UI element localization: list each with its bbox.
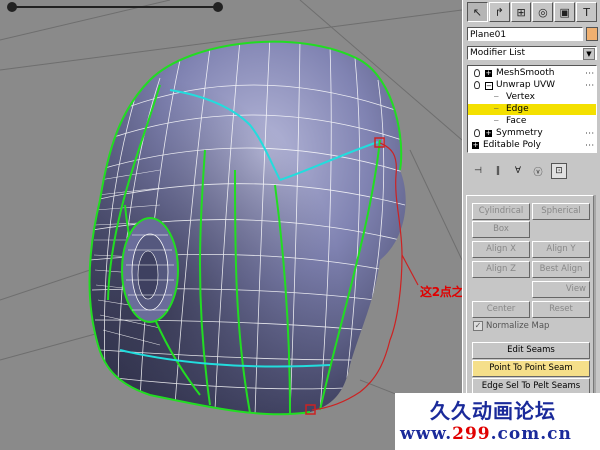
- tab-modify[interactable]: ↱: [488, 2, 510, 22]
- make-unique-icon[interactable]: ∀: [511, 164, 525, 178]
- ear-mesh: [121, 217, 179, 323]
- pointer-icon: ↖: [472, 5, 483, 19]
- watermark-url-prefix: www.: [400, 424, 453, 444]
- dots-icon: · · ·: [585, 141, 594, 150]
- display-icon: ▣: [559, 5, 570, 19]
- viewport-perspective[interactable]: 这2点之间有一条开模线: [0, 0, 462, 450]
- tab-hierarchy[interactable]: ⊞: [510, 2, 532, 22]
- center-button[interactable]: Center: [472, 301, 530, 318]
- cylindrical-button[interactable]: Cylindrical: [472, 203, 530, 220]
- stack-subitem-edge[interactable]: ⎯ Edge: [468, 104, 596, 115]
- tree-line-icon: ⎯: [494, 92, 499, 102]
- remove-modifier-icon[interactable]: ⓥ: [531, 164, 545, 178]
- stack-subitem-vertex[interactable]: ⎯ Vertex: [468, 92, 596, 103]
- checkmark-icon: ✓: [473, 321, 483, 331]
- stack-item-label: Vertex: [506, 92, 535, 102]
- watermark-url: www.299.com.cn: [400, 424, 572, 444]
- stack-item-symmetry[interactable]: + Symmetry · · ·: [468, 128, 596, 139]
- utilities-icon: T: [583, 5, 590, 19]
- stack-item-label: Symmetry: [496, 128, 543, 138]
- stack-subitem-face[interactable]: ⎯ Face: [468, 116, 596, 127]
- view-align-button[interactable]: View: [532, 281, 590, 298]
- expand-icon[interactable]: +: [472, 142, 479, 149]
- annotation-text: 这2点之间有一条开模线: [420, 285, 462, 299]
- expand-icon[interactable]: +: [485, 130, 492, 137]
- stack-item-label: Editable Poly: [483, 140, 541, 150]
- stack-item-label: Edge: [506, 104, 529, 114]
- stack-item-meshsmooth[interactable]: + MeshSmooth · · ·: [468, 68, 596, 79]
- tab-create[interactable]: ↖: [467, 2, 488, 22]
- expand-icon[interactable]: +: [485, 70, 492, 77]
- align-z-button[interactable]: Align Z: [472, 261, 530, 278]
- pin-stack-icon[interactable]: ⊣: [471, 164, 485, 178]
- tab-display[interactable]: ▣: [554, 2, 576, 22]
- motion-icon: ◎: [538, 5, 548, 19]
- tree-line-icon: ⎯: [494, 104, 499, 114]
- stack-item-unwrap-uvw[interactable]: − Unwrap UVW · · ·: [468, 80, 596, 91]
- dots-icon: · · ·: [585, 129, 594, 138]
- time-slider[interactable]: [0, 0, 230, 14]
- watermark-url-suffix: .com.cn: [490, 424, 572, 444]
- modifier-list-label: Modifier List: [470, 48, 525, 58]
- point-to-point-seam-button[interactable]: Point To Point Seam: [472, 360, 590, 377]
- command-panel-tabs: ↖ ↱ ⊞ ◎ ▣ T: [467, 2, 597, 24]
- normalize-map-checkbox[interactable]: ✓ Normalize Map: [473, 321, 549, 331]
- stack-item-label: Unwrap UVW: [496, 80, 556, 90]
- align-x-button[interactable]: Align X: [472, 241, 530, 258]
- lightbulb-icon[interactable]: [474, 81, 480, 89]
- chevron-down-icon: ▼: [583, 48, 595, 60]
- lightbulb-icon[interactable]: [474, 69, 480, 77]
- normalize-map-label: Normalize Map: [486, 321, 550, 331]
- spherical-button[interactable]: Spherical: [532, 203, 590, 220]
- box-button[interactable]: Box: [472, 221, 530, 238]
- object-name-field[interactable]: Plane01: [467, 27, 583, 41]
- reset-button[interactable]: Reset: [532, 301, 590, 318]
- stack-item-editable-poly[interactable]: + Editable Poly · · ·: [468, 140, 596, 151]
- stack-item-label: MeshSmooth: [496, 68, 555, 78]
- watermark-title: 久久动画论坛: [430, 399, 556, 423]
- object-color-swatch[interactable]: [586, 27, 598, 41]
- best-align-button[interactable]: Best Align: [532, 261, 590, 278]
- lightbulb-icon[interactable]: [474, 129, 480, 137]
- edit-seams-button[interactable]: Edit Seams: [472, 342, 590, 359]
- stack-item-label: Face: [506, 116, 527, 126]
- modifier-stack-toolbar: ⊣ ‖ ∀ ⓥ ⊡: [467, 158, 597, 184]
- modifier-list-dropdown[interactable]: Modifier List ▼: [467, 46, 597, 60]
- tab-motion[interactable]: ◎: [532, 2, 554, 22]
- head-mesh: [0, 0, 462, 421]
- configure-sets-icon[interactable]: ⊡: [551, 163, 567, 179]
- tab-utilities[interactable]: T: [576, 2, 597, 22]
- align-y-button[interactable]: Align Y: [532, 241, 590, 258]
- dots-icon: · · ·: [585, 81, 594, 90]
- curve-icon: ↱: [494, 5, 504, 19]
- show-end-result-icon[interactable]: ‖: [491, 164, 505, 178]
- collapse-icon[interactable]: −: [485, 82, 493, 90]
- watermark-url-number: 299: [452, 424, 491, 444]
- dots-icon: · · ·: [585, 69, 594, 78]
- tree-line-icon: ⎯: [494, 116, 499, 126]
- hierarchy-icon: ⊞: [516, 5, 526, 19]
- modifier-stack: + MeshSmooth · · · − Unwrap UVW · · · ⎯ …: [467, 65, 597, 153]
